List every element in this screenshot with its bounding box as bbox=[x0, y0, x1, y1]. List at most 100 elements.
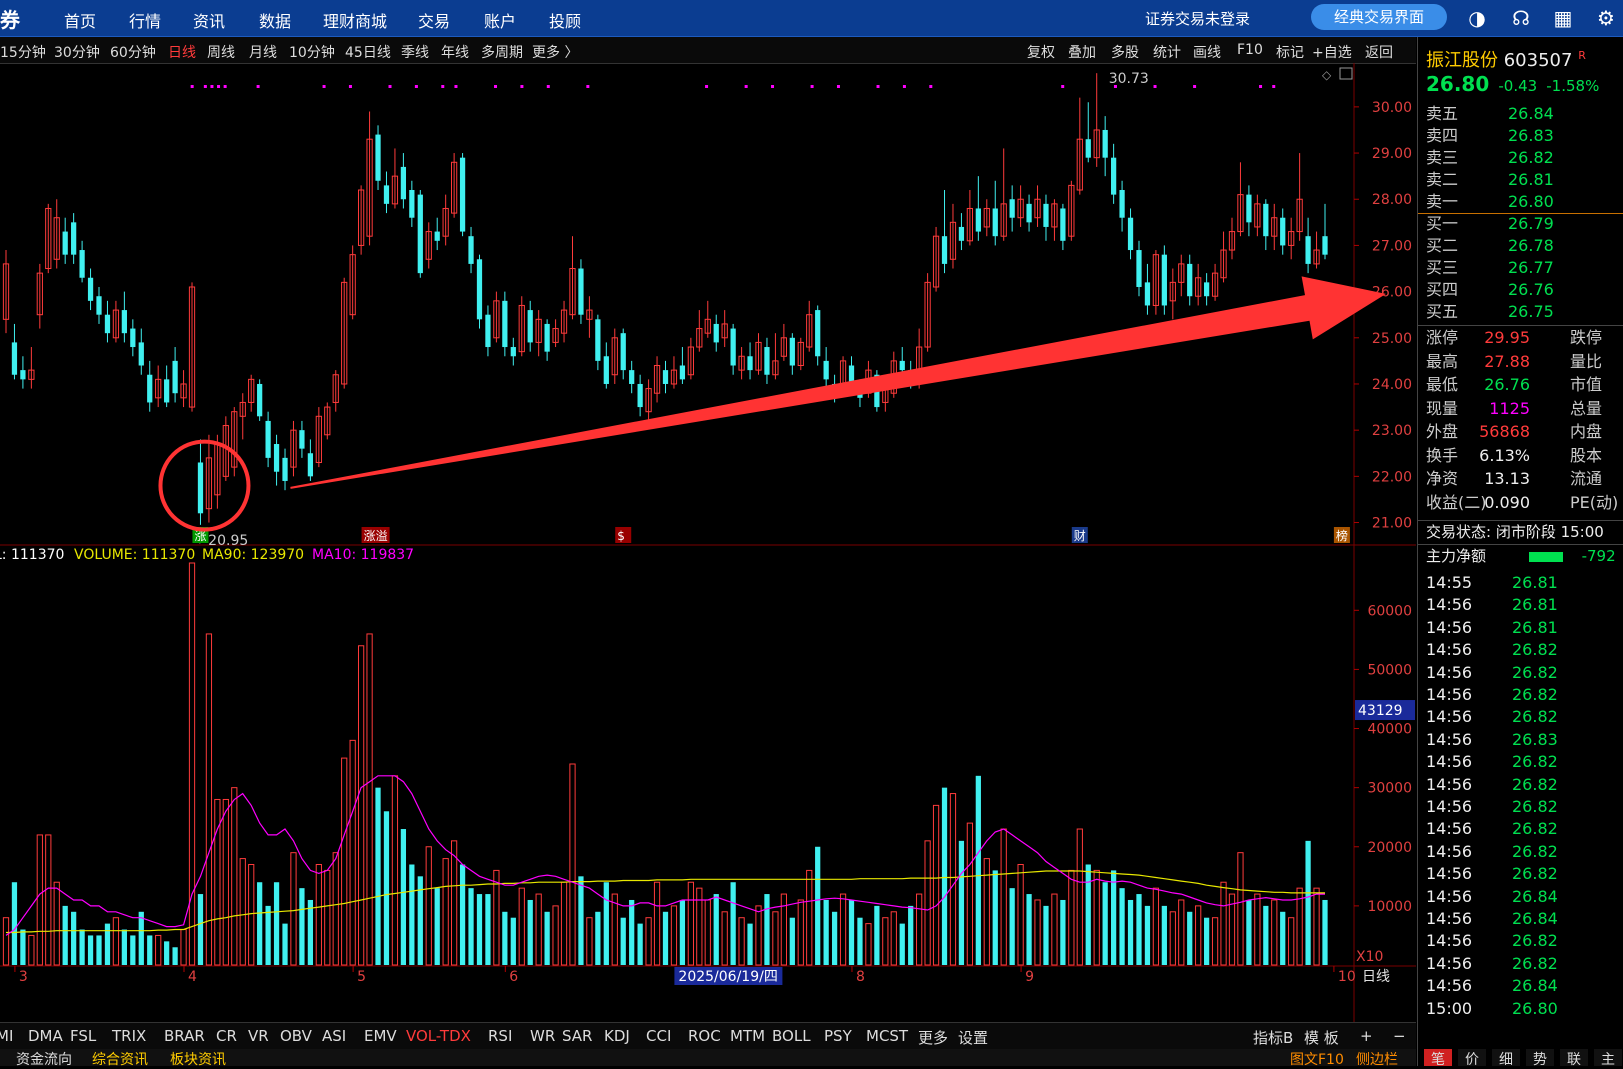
volume-bar[interactable] bbox=[764, 894, 770, 965]
tick-row[interactable]: 14:56 26.82 bbox=[1426, 818, 1558, 840]
volume-bar[interactable] bbox=[425, 846, 432, 966]
candle-body[interactable] bbox=[79, 250, 85, 278]
tool-8[interactable]: 返回 bbox=[1365, 42, 1393, 62]
volume-bar[interactable] bbox=[11, 882, 18, 965]
volume-bar[interactable] bbox=[315, 864, 322, 966]
indicator-tab[interactable]: VOL-TDX bbox=[406, 1027, 471, 1045]
indicator-tab[interactable]: ASI bbox=[322, 1027, 346, 1045]
volume-bar[interactable] bbox=[941, 787, 948, 965]
volume-bar[interactable] bbox=[637, 923, 643, 965]
volume-bar[interactable] bbox=[1144, 905, 1151, 965]
volume-bar[interactable] bbox=[1009, 888, 1015, 965]
volume-bar[interactable] bbox=[375, 787, 381, 965]
period-7[interactable]: 45日线 bbox=[345, 42, 391, 62]
volume-bar[interactable] bbox=[620, 917, 626, 965]
volume-bar[interactable] bbox=[180, 929, 187, 966]
volume-bar[interactable] bbox=[121, 929, 127, 965]
candle-body[interactable] bbox=[130, 328, 136, 348]
volume-bar[interactable] bbox=[265, 905, 271, 965]
volume-bar[interactable] bbox=[874, 905, 880, 965]
period-5[interactable]: 月线 bbox=[249, 42, 277, 62]
volume-bar[interactable] bbox=[239, 858, 246, 966]
candle-body[interactable] bbox=[823, 360, 829, 380]
candle-body[interactable] bbox=[468, 236, 474, 264]
volume-bar[interactable] bbox=[578, 876, 584, 965]
volume-bar[interactable] bbox=[975, 775, 981, 965]
candle-body[interactable] bbox=[1144, 282, 1151, 306]
volume-bar[interactable] bbox=[442, 858, 449, 966]
tick-row[interactable]: 14:56 26.82 bbox=[1426, 662, 1558, 684]
nav-news[interactable]: 资讯 bbox=[193, 8, 225, 32]
tool-5[interactable]: F10 bbox=[1237, 42, 1263, 58]
candle-body[interactable] bbox=[1161, 254, 1167, 306]
tick-row[interactable]: 14:56 26.82 bbox=[1426, 774, 1558, 796]
volume-bar[interactable] bbox=[848, 899, 855, 965]
volume-bar[interactable] bbox=[290, 852, 297, 966]
candle-body[interactable] bbox=[764, 347, 770, 375]
volume-bar[interactable] bbox=[966, 822, 974, 966]
volume-bar[interactable] bbox=[611, 893, 618, 966]
period-1[interactable]: 30分钟 bbox=[54, 42, 100, 62]
panel-tab[interactable]: 主 bbox=[1594, 1049, 1622, 1068]
candle-body[interactable] bbox=[375, 134, 381, 181]
volume-bar[interactable] bbox=[36, 834, 43, 966]
volume-bar[interactable] bbox=[1060, 899, 1066, 965]
tick-row[interactable]: 14:56 26.82 bbox=[1426, 953, 1558, 975]
candle-body[interactable] bbox=[307, 453, 314, 477]
candle-body[interactable] bbox=[71, 222, 77, 255]
kline-chart[interactable]: 30.0029.0028.0027.0026.0025.0024.0023.00… bbox=[0, 63, 1416, 1023]
candle-body[interactable] bbox=[299, 430, 305, 449]
volume-bar[interactable] bbox=[1305, 840, 1311, 965]
candle-body[interactable] bbox=[273, 444, 280, 472]
candle-body[interactable] bbox=[679, 365, 686, 380]
footer-tab[interactable]: 综合资讯 bbox=[92, 1049, 148, 1069]
candle-body[interactable] bbox=[1111, 157, 1117, 195]
volume-bar[interactable] bbox=[1000, 828, 1007, 966]
volume-bar[interactable] bbox=[164, 941, 170, 965]
volume-bar[interactable] bbox=[20, 929, 26, 965]
tool-0[interactable]: 复权 bbox=[1027, 42, 1055, 62]
candle-body[interactable] bbox=[1060, 208, 1066, 241]
indicator-tab[interactable]: VR bbox=[248, 1027, 269, 1045]
volume-bar[interactable] bbox=[839, 893, 847, 966]
volume-bar[interactable] bbox=[908, 905, 914, 965]
candle-body[interactable] bbox=[1127, 217, 1134, 251]
volume-bar[interactable] bbox=[679, 899, 686, 965]
candle-body[interactable] bbox=[1119, 190, 1125, 218]
volume-bar[interactable] bbox=[332, 852, 339, 966]
candle-body[interactable] bbox=[1322, 236, 1328, 255]
candle-body[interactable] bbox=[595, 319, 601, 361]
volume-bar[interactable] bbox=[1220, 881, 1227, 966]
tool-1[interactable]: 叠加 bbox=[1068, 42, 1096, 62]
volume-bar[interactable] bbox=[1254, 893, 1261, 966]
tick-row[interactable]: 14:56 26.84 bbox=[1426, 975, 1558, 997]
candle-body[interactable] bbox=[578, 268, 584, 315]
candle-body[interactable] bbox=[1043, 203, 1049, 227]
indicator-control[interactable]: 指标B bbox=[1253, 1027, 1293, 1048]
indicator-tab[interactable]: MCST bbox=[866, 1027, 908, 1045]
candle-body[interactable] bbox=[747, 356, 753, 371]
indicator-control[interactable]: + bbox=[1360, 1027, 1373, 1045]
volume-bar[interactable] bbox=[138, 911, 144, 965]
volume-bar[interactable] bbox=[772, 911, 779, 966]
volume-bar[interactable] bbox=[104, 923, 111, 965]
volume-bar[interactable] bbox=[789, 917, 795, 965]
volume-bar[interactable] bbox=[53, 881, 60, 966]
volume-bar[interactable] bbox=[1136, 894, 1142, 965]
indicator-tab[interactable]: DMA bbox=[28, 1027, 63, 1045]
candle-body[interactable] bbox=[1305, 236, 1311, 264]
tick-row[interactable]: 14:56 26.84 bbox=[1426, 908, 1558, 930]
candle-body[interactable] bbox=[544, 323, 550, 352]
classic-trade-button[interactable]: 经典交易界面 bbox=[1311, 4, 1447, 30]
indicator-tab[interactable]: CR bbox=[216, 1027, 237, 1045]
indicator-control[interactable]: − bbox=[1393, 1027, 1406, 1045]
candle-body[interactable] bbox=[1009, 199, 1015, 218]
tick-row[interactable]: 14:56 26.82 bbox=[1426, 930, 1558, 952]
candle-body[interactable] bbox=[485, 314, 491, 348]
volume-bar[interactable] bbox=[527, 899, 533, 965]
tick-row[interactable]: 14:56 26.82 bbox=[1426, 706, 1558, 728]
period-3[interactable]: 日线 bbox=[168, 42, 196, 62]
candle-body[interactable] bbox=[992, 208, 998, 237]
tick-row[interactable]: 14:56 26.81 bbox=[1426, 594, 1558, 616]
volume-bar[interactable] bbox=[1119, 888, 1125, 965]
